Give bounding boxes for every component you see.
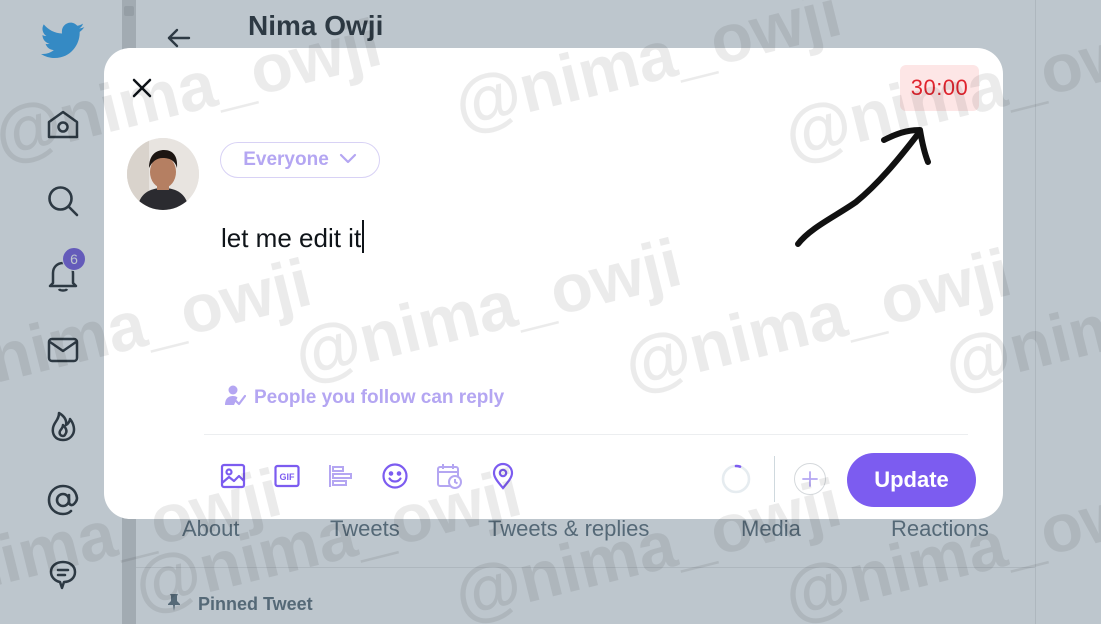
- edit-timer: 30:00: [900, 65, 979, 111]
- schedule-icon[interactable]: [434, 461, 464, 491]
- character-count-ring: [721, 464, 751, 494]
- edit-tweet-modal: 30:00 Everyone let me edit it People you…: [104, 48, 1003, 519]
- reply-setting-button[interactable]: People you follow can reply: [224, 384, 504, 412]
- add-thread-button[interactable]: [794, 463, 826, 495]
- close-icon[interactable]: [128, 74, 156, 102]
- media-icon[interactable]: [218, 461, 248, 491]
- chevron-down-icon: [339, 149, 357, 171]
- toolbar-separator: [774, 456, 775, 502]
- gif-icon[interactable]: GIF: [272, 461, 302, 491]
- plus-icon: [802, 471, 818, 487]
- emoji-icon[interactable]: [380, 461, 410, 491]
- audience-label: Everyone: [243, 149, 329, 170]
- avatar[interactable]: [127, 138, 199, 210]
- poll-icon[interactable]: [326, 461, 356, 491]
- update-button[interactable]: Update: [847, 453, 976, 507]
- tweet-text-input[interactable]: let me edit it: [221, 220, 364, 254]
- compose-toolbar: GIF: [218, 461, 518, 491]
- tweet-text-value: let me edit it: [221, 223, 362, 253]
- divider: [204, 434, 968, 435]
- gif-label: GIF: [280, 472, 296, 482]
- text-cursor: [362, 220, 364, 253]
- annotation-arrow-icon: [795, 127, 931, 247]
- location-icon[interactable]: [488, 461, 518, 491]
- audience-selector[interactable]: Everyone: [220, 142, 380, 178]
- person-check-icon: [224, 384, 247, 412]
- reply-setting-label: People you follow can reply: [254, 387, 505, 408]
